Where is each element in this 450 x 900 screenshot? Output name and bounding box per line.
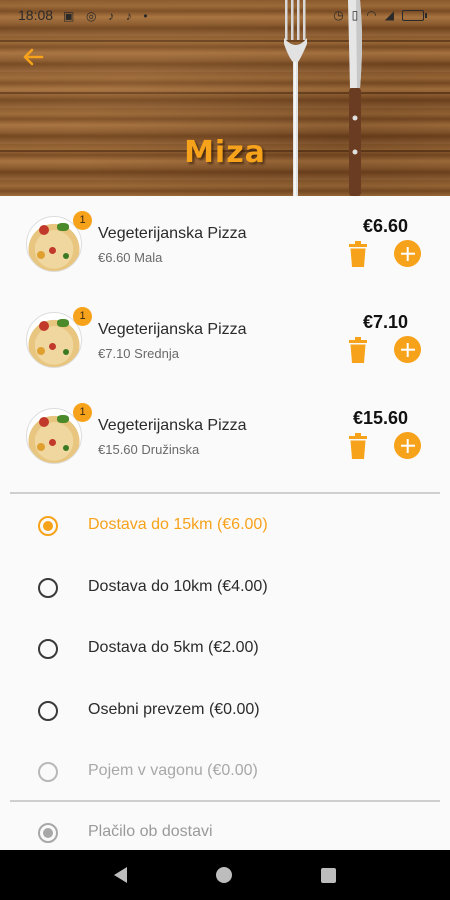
- nav-recent-icon[interactable]: [320, 867, 336, 883]
- delivery-options: Dostava do 15km (€6.00) Dostava do 10km …: [0, 495, 450, 803]
- radio-icon[interactable]: [38, 700, 58, 721]
- status-system-icons: ◷ ▯ ◠ ◢: [333, 8, 432, 22]
- nav-back-icon[interactable]: [114, 867, 128, 883]
- trash-icon[interactable]: [347, 337, 369, 363]
- cart-item: 1 Vegeterijanska Pizza €15.60 Družinska …: [0, 388, 450, 484]
- radio-disabled-icon: [38, 762, 58, 782]
- cart-list: 1 Vegeterijanska Pizza €6.60 Mala €6.60 …: [0, 196, 450, 484]
- quantity-badge: 1: [73, 307, 92, 326]
- item-name: Vegeterijanska Pizza: [98, 225, 247, 242]
- notification-icon: ◎: [86, 8, 97, 23]
- delivery-option-label: Dostava do 5km (€2.00): [88, 639, 259, 656]
- header-banner: 18:08 ▣ ◎ ♪ ♪ • ◷ ▯ ◠ ◢ Miza: [0, 0, 450, 196]
- divider: [10, 492, 440, 494]
- delivery-option[interactable]: Dostava do 5km (€2.00): [0, 618, 450, 680]
- plus-circle-icon[interactable]: [394, 336, 421, 363]
- quantity-badge: 1: [73, 211, 92, 230]
- delivery-option-label: Osebni prevzem (€0.00): [88, 700, 260, 718]
- cart-item: 1 Vegeterijanska Pizza €6.60 Mala €6.60: [0, 196, 450, 292]
- payment-option: Plačilo ob dostavi: [0, 805, 450, 850]
- notification-icon: ▣: [63, 8, 75, 23]
- delivery-option-label: Pojem v vagonu (€0.00): [88, 762, 258, 779]
- status-bar: 18:08 ▣ ◎ ♪ ♪ • ◷ ▯ ◠ ◢: [0, 0, 450, 30]
- status-time: 18:08: [18, 7, 54, 23]
- item-name: Vegeterijanska Pizza: [98, 321, 247, 338]
- delivery-option-label: Dostava do 10km (€4.00): [88, 577, 268, 595]
- delivery-option: Pojem v vagonu (€0.00): [0, 741, 450, 803]
- radio-icon[interactable]: [38, 639, 58, 659]
- delivery-option[interactable]: Dostava do 10km (€4.00): [0, 557, 450, 619]
- radio-selected-icon[interactable]: [38, 516, 58, 536]
- item-variant: €6.60 Mala: [98, 250, 163, 265]
- quantity-badge: 1: [73, 403, 92, 422]
- divider: [10, 800, 440, 802]
- radio-icon[interactable]: [38, 577, 58, 598]
- system-navigation-bar: [0, 850, 450, 900]
- cart-item: 1 Vegeterijanska Pizza €7.10 Srednja €7.…: [0, 292, 450, 388]
- page-title: Miza: [184, 135, 266, 170]
- trash-icon[interactable]: [347, 433, 369, 459]
- vibrate-icon: ▯: [351, 8, 359, 22]
- item-price: €6.60: [362, 216, 408, 236]
- delivery-option[interactable]: Osebni prevzem (€0.00): [0, 680, 450, 742]
- trash-icon[interactable]: [347, 241, 369, 267]
- alarm-icon: ◷: [333, 8, 344, 22]
- plus-circle-icon[interactable]: [394, 240, 421, 267]
- item-price: €15.60: [352, 408, 408, 428]
- signal-icon: ◢: [384, 8, 394, 22]
- music-icon: ♪: [108, 8, 115, 23]
- payment-option-label: Plačilo ob dostavi: [88, 823, 213, 840]
- nav-home-icon[interactable]: [215, 867, 232, 883]
- back-arrow-icon[interactable]: [20, 44, 46, 70]
- radio-selected-disabled-icon: [38, 823, 58, 843]
- item-variant: €7.10 Srednja: [98, 346, 179, 361]
- item-price: €7.10: [362, 312, 408, 332]
- wifi-icon: ◠: [366, 8, 377, 22]
- plus-circle-icon[interactable]: [394, 432, 421, 459]
- battery-icon: [402, 9, 427, 21]
- status-notification-icons: ▣ ◎ ♪ ♪ •: [63, 8, 156, 23]
- delivery-option[interactable]: Dostava do 15km (€6.00): [0, 495, 450, 557]
- dot-icon: •: [143, 8, 148, 23]
- item-name: Vegeterijanska Pizza: [98, 417, 247, 434]
- item-variant: €15.60 Družinska: [98, 442, 200, 457]
- delivery-option-label: Dostava do 15km (€6.00): [88, 516, 268, 533]
- music-icon: ♪: [125, 8, 132, 23]
